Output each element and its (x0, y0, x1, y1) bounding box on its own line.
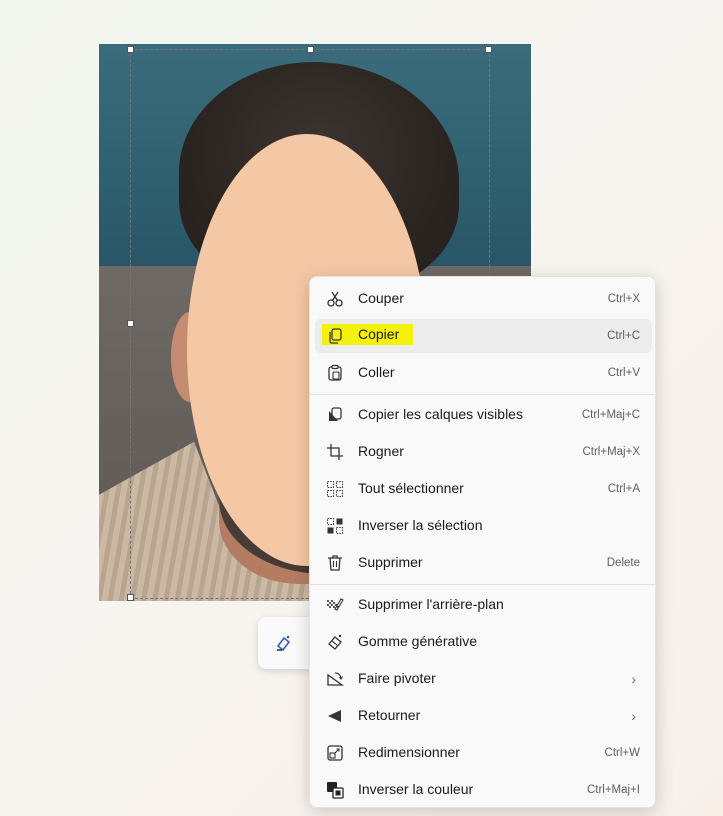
menu-item-inverser-couleur[interactable]: Inverser la couleur Ctrl+Maj+I (315, 773, 652, 807)
menu-item-faire-pivoter[interactable]: Faire pivoter › (315, 662, 652, 696)
copy-layers-icon (326, 406, 344, 424)
menu-item-shortcut: Ctrl+X (607, 293, 640, 305)
resize-icon (326, 744, 344, 762)
scissors-icon (326, 290, 344, 308)
paste-icon (326, 364, 344, 382)
rotate-icon (326, 670, 344, 688)
selection-handle-middle-left[interactable] (127, 320, 134, 327)
menu-item-label: Inverser la sélection (358, 517, 483, 533)
context-menu: Couper Ctrl+X Copier Ctrl+C Coller Ctrl+… (309, 276, 656, 808)
menu-item-retourner[interactable]: Retourner › (315, 699, 652, 733)
menu-item-shortcut: Ctrl+Maj+I (586, 784, 640, 796)
flip-icon (326, 707, 344, 725)
chevron-right-icon: › (631, 708, 636, 724)
menu-item-shortcut: Ctrl+Maj+X (582, 446, 640, 458)
menu-item-label: Gomme générative (358, 633, 478, 649)
menu-item-copier[interactable]: Copier Ctrl+C (315, 319, 652, 353)
menu-item-shortcut: Ctrl+C (607, 330, 640, 342)
menu-item-label: Retourner (358, 707, 421, 723)
menu-item-label: Supprimer (358, 554, 423, 570)
menu-item-label: Rogner (358, 443, 404, 459)
menu-item-label: Copier les calques visibles (358, 406, 523, 422)
menu-item-supprimer[interactable]: Supprimer Delete (315, 546, 652, 580)
selection-handle-bottom-left[interactable] (127, 594, 134, 601)
invert-selection-icon (326, 517, 344, 535)
menu-item-tout-selectionner[interactable]: Tout sélectionner Ctrl+A (315, 472, 652, 506)
menu-item-copier-calques[interactable]: Copier les calques visibles Ctrl+Maj+C (315, 398, 652, 432)
trash-icon (326, 554, 344, 572)
selection-handle-top-right[interactable] (485, 46, 492, 53)
menu-item-couper[interactable]: Couper Ctrl+X (315, 282, 652, 316)
menu-item-label: Inverser la couleur (358, 781, 474, 797)
menu-item-shortcut: Ctrl+A (607, 483, 640, 495)
crop-icon (326, 443, 344, 461)
generative-eraser-icon (326, 633, 344, 651)
menu-item-gomme-generative[interactable]: Gomme générative (315, 625, 652, 659)
invert-color-icon (326, 781, 344, 799)
menu-separator (310, 394, 655, 395)
menu-item-supprimer-arriere-plan[interactable]: Supprimer l'arrière-plan (315, 588, 652, 622)
menu-item-inverser-selection[interactable]: Inverser la sélection (315, 509, 652, 543)
remove-background-icon (326, 596, 344, 614)
selection-handle-top-left[interactable] (127, 46, 134, 53)
select-all-icon (326, 480, 344, 498)
menu-item-label: Tout sélectionner (358, 480, 464, 496)
menu-item-shortcut: Ctrl+Maj+C (581, 409, 640, 421)
menu-item-label: Supprimer l'arrière-plan (358, 596, 504, 612)
menu-item-label: Coller (358, 364, 395, 380)
chevron-right-icon: › (631, 671, 636, 687)
selection-handle-top-middle[interactable] (307, 46, 314, 53)
copy-icon (326, 327, 344, 345)
canvas-area[interactable]: Couper Ctrl+X Copier Ctrl+C Coller Ctrl+… (0, 0, 723, 816)
menu-item-label: Redimensionner (358, 744, 460, 760)
menu-item-shortcut: Delete (606, 557, 640, 569)
menu-item-redimensionner[interactable]: Redimensionner Ctrl+W (315, 736, 652, 770)
menu-item-shortcut: Ctrl+V (607, 367, 640, 379)
menu-item-label: Faire pivoter (358, 670, 436, 686)
generative-eraser-icon[interactable] (273, 633, 293, 653)
menu-item-coller[interactable]: Coller Ctrl+V (315, 356, 652, 390)
menu-item-rogner[interactable]: Rogner Ctrl+Maj+X (315, 435, 652, 469)
menu-item-shortcut: Ctrl+W (604, 747, 640, 759)
menu-separator (310, 584, 655, 585)
menu-item-label: Couper (358, 290, 404, 306)
